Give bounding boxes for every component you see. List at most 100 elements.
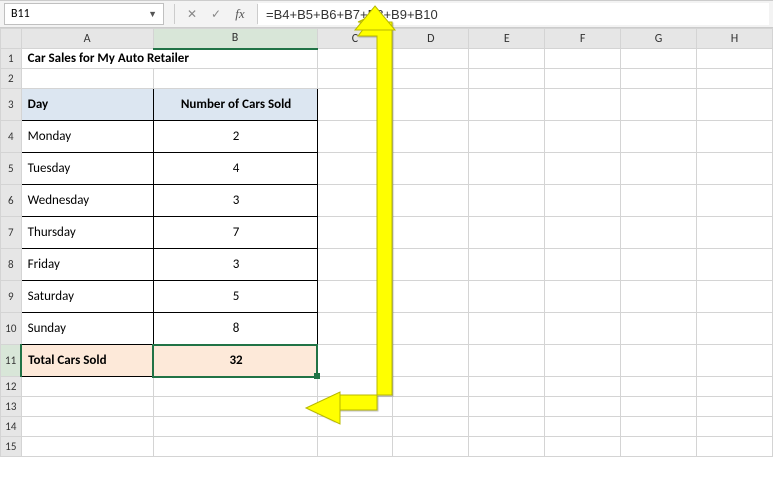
cell-E15[interactable] xyxy=(469,437,545,457)
cell-C6[interactable] xyxy=(317,185,393,217)
cell-D10[interactable] xyxy=(393,313,469,345)
cell-A9[interactable]: Saturday xyxy=(21,281,153,313)
cell-H14[interactable] xyxy=(697,417,773,437)
cell-D11[interactable] xyxy=(393,345,469,377)
cell-A6[interactable]: Wednesday xyxy=(21,185,153,217)
col-head-D[interactable]: D xyxy=(393,29,469,49)
cell-A7[interactable]: Thursday xyxy=(21,217,153,249)
cell-G10[interactable] xyxy=(621,313,697,345)
cell-F6[interactable] xyxy=(545,185,621,217)
cell-D14[interactable] xyxy=(393,417,469,437)
cell-E12[interactable] xyxy=(469,377,545,397)
cell-E5[interactable] xyxy=(469,153,545,185)
cell-A1[interactable]: Car Sales for My Auto Retailer xyxy=(21,49,317,69)
cell-C8[interactable] xyxy=(317,249,393,281)
row-head-7[interactable]: 7 xyxy=(1,217,22,249)
cell-B6[interactable]: 3 xyxy=(153,185,317,217)
cell-G2[interactable] xyxy=(621,69,697,89)
cell-A2[interactable] xyxy=(21,69,153,89)
cell-A14[interactable] xyxy=(21,417,153,437)
cell-A13[interactable] xyxy=(21,397,153,417)
cell-F11[interactable] xyxy=(545,345,621,377)
cell-E14[interactable] xyxy=(469,417,545,437)
cell-G5[interactable] xyxy=(621,153,697,185)
row-head-14[interactable]: 14 xyxy=(1,417,22,437)
row-head-9[interactable]: 9 xyxy=(1,281,22,313)
cell-F2[interactable] xyxy=(545,69,621,89)
cell-G14[interactable] xyxy=(621,417,697,437)
cell-E8[interactable] xyxy=(469,249,545,281)
cell-E1[interactable] xyxy=(469,49,545,69)
cell-G8[interactable] xyxy=(621,249,697,281)
cell-G6[interactable] xyxy=(621,185,697,217)
cell-H11[interactable] xyxy=(697,345,773,377)
cell-F7[interactable] xyxy=(545,217,621,249)
cell-D5[interactable] xyxy=(393,153,469,185)
row-head-11[interactable]: 11 xyxy=(1,345,22,377)
cell-G4[interactable] xyxy=(621,121,697,153)
cell-D6[interactable] xyxy=(393,185,469,217)
cell-E2[interactable] xyxy=(469,69,545,89)
cell-E6[interactable] xyxy=(469,185,545,217)
cell-F9[interactable] xyxy=(545,281,621,313)
cell-E10[interactable] xyxy=(469,313,545,345)
cell-E7[interactable] xyxy=(469,217,545,249)
cell-B13[interactable] xyxy=(153,397,317,417)
cell-C12[interactable] xyxy=(317,377,393,397)
cell-H8[interactable] xyxy=(697,249,773,281)
col-head-H[interactable]: H xyxy=(697,29,773,49)
cell-A10[interactable]: Sunday xyxy=(21,313,153,345)
cell-D2[interactable] xyxy=(393,69,469,89)
cell-E3[interactable] xyxy=(469,89,545,121)
cell-H15[interactable] xyxy=(697,437,773,457)
cell-E13[interactable] xyxy=(469,397,545,417)
cell-A15[interactable] xyxy=(21,437,153,457)
cell-E9[interactable] xyxy=(469,281,545,313)
col-head-G[interactable]: G xyxy=(621,29,697,49)
cell-H1[interactable] xyxy=(697,49,773,69)
cell-H3[interactable] xyxy=(697,89,773,121)
cell-H5[interactable] xyxy=(697,153,773,185)
cell-F15[interactable] xyxy=(545,437,621,457)
cell-D8[interactable] xyxy=(393,249,469,281)
cell-C5[interactable] xyxy=(317,153,393,185)
cell-G7[interactable] xyxy=(621,217,697,249)
cell-H6[interactable] xyxy=(697,185,773,217)
chevron-down-icon[interactable]: ▼ xyxy=(148,9,157,20)
cell-A5[interactable]: Tuesday xyxy=(21,153,153,185)
cell-H4[interactable] xyxy=(697,121,773,153)
row-head-3[interactable]: 3 xyxy=(1,89,22,121)
cell-G11[interactable] xyxy=(621,345,697,377)
row-head-5[interactable]: 5 xyxy=(1,153,22,185)
cell-F4[interactable] xyxy=(545,121,621,153)
cell-B2[interactable] xyxy=(153,69,317,89)
row-head-4[interactable]: 4 xyxy=(1,121,22,153)
cell-F10[interactable] xyxy=(545,313,621,345)
cell-H2[interactable] xyxy=(697,69,773,89)
cell-C14[interactable] xyxy=(317,417,393,437)
row-head-15[interactable]: 15 xyxy=(1,437,22,457)
row-head-8[interactable]: 8 xyxy=(1,249,22,281)
cell-D1[interactable] xyxy=(393,49,469,69)
cell-F14[interactable] xyxy=(545,417,621,437)
cell-A11[interactable]: Total Cars Sold xyxy=(21,345,153,377)
cell-C4[interactable] xyxy=(317,121,393,153)
cell-G9[interactable] xyxy=(621,281,697,313)
cell-F3[interactable] xyxy=(545,89,621,121)
cell-B5[interactable]: 4 xyxy=(153,153,317,185)
cell-G12[interactable] xyxy=(621,377,697,397)
cell-B12[interactable] xyxy=(153,377,317,397)
cell-F5[interactable] xyxy=(545,153,621,185)
row-head-13[interactable]: 13 xyxy=(1,397,22,417)
cell-D13[interactable] xyxy=(393,397,469,417)
cell-C13[interactable] xyxy=(317,397,393,417)
cell-B3[interactable]: Number of Cars Sold xyxy=(153,89,317,121)
cell-C10[interactable] xyxy=(317,313,393,345)
cell-H12[interactable] xyxy=(697,377,773,397)
cell-F1[interactable] xyxy=(545,49,621,69)
cell-G15[interactable] xyxy=(621,437,697,457)
cell-H7[interactable] xyxy=(697,217,773,249)
cell-D15[interactable] xyxy=(393,437,469,457)
name-box[interactable]: B11 ▼ xyxy=(4,3,164,25)
cell-B14[interactable] xyxy=(153,417,317,437)
